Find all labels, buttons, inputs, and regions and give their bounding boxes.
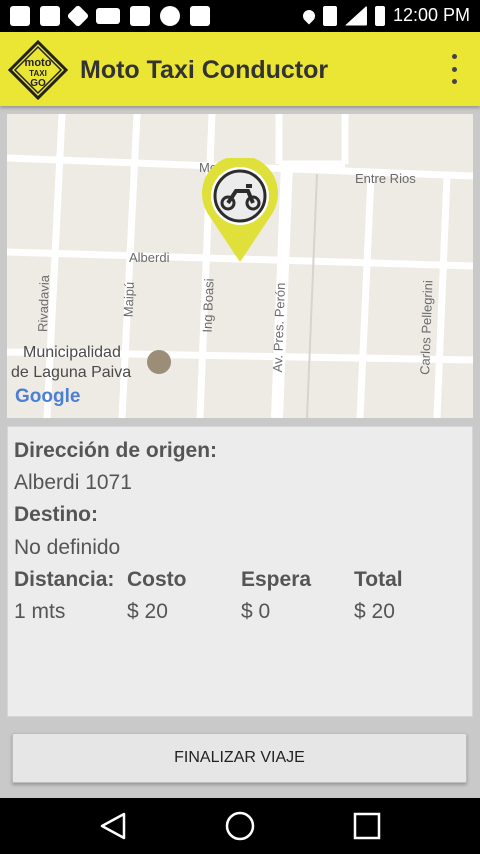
- distance-label: Distancia:: [14, 568, 115, 591]
- moto-taxi-logo: moto TAXI GO: [8, 40, 68, 100]
- total-value: $ 20: [354, 600, 395, 623]
- google-attribution: Google: [15, 386, 81, 407]
- cost-value: $ 20: [127, 600, 168, 623]
- gallery-icon: [40, 6, 60, 26]
- street-label-alberdi: Alberdi: [129, 250, 170, 265]
- overflow-menu-button[interactable]: [448, 54, 460, 84]
- logo-text-taxi: TAXI: [29, 69, 47, 78]
- clock: 12:00 PM: [392, 5, 470, 25]
- finish-trip-button[interactable]: FINALIZAR VIAJE: [12, 733, 467, 783]
- square-icon: [130, 6, 150, 26]
- battery-icon: [374, 5, 385, 26]
- place-label-line-2: de Laguna Paiva: [11, 364, 132, 381]
- motorcycle-marker-icon[interactable]: [200, 158, 280, 264]
- status-bar: 12:00 PM: [0, 0, 480, 32]
- tidal-icon: [66, 4, 90, 28]
- street-label-av-pres-peron: Av. Pres. Perón: [269, 282, 288, 373]
- dot-icon: [451, 54, 457, 59]
- wait-label: Espera: [241, 568, 312, 591]
- cost-label: Costo: [127, 568, 187, 591]
- system-icons: 12:00 PM: [300, 5, 470, 26]
- government-building-icon: [147, 350, 171, 374]
- origin-label: Dirección de origen:: [14, 439, 218, 462]
- place-label-municipalidad: Municipalidad de Laguna Paiva: [11, 343, 131, 383]
- logo-text-go: GO: [30, 78, 46, 89]
- twitter-icon: [160, 6, 180, 26]
- dot-icon: [451, 66, 457, 72]
- street-label-ing-boasi: Ing Boasi: [199, 278, 217, 333]
- back-icon[interactable]: [98, 811, 128, 841]
- destination-label: Destino:: [14, 503, 98, 526]
- origin-value: Alberdi 1071: [14, 471, 132, 494]
- street-label-rivadavia: Rivadavia: [35, 274, 53, 333]
- destination-value: No definido: [14, 536, 121, 559]
- trip-info-card: Dirección de origen: Alberdi 1071 Destin…: [7, 426, 473, 717]
- map-view[interactable]: Mo Entre Rios Alberdi Rivadavia Maipú In…: [7, 114, 473, 418]
- dot-icon: [451, 79, 457, 84]
- place-label-line-1: Municipalidad: [23, 344, 121, 361]
- distance-value: 1 mts: [14, 600, 66, 623]
- notification-icons: [10, 4, 210, 28]
- wait-value: $ 0: [241, 600, 271, 623]
- nfc-icon: [322, 5, 337, 26]
- total-label: Total: [354, 568, 403, 591]
- voicemail-icon: [190, 6, 210, 26]
- youtube-icon: [96, 8, 120, 24]
- home-icon[interactable]: [224, 810, 256, 842]
- recents-icon[interactable]: [352, 811, 382, 841]
- messenger-icon: [10, 6, 30, 26]
- logo-text-moto: moto: [25, 57, 52, 69]
- app-bar: moto TAXI GO Moto Taxi Conductor: [0, 32, 480, 106]
- app-title: Moto Taxi Conductor: [80, 56, 329, 84]
- navigation-bar: [0, 798, 480, 854]
- signal-icon: [344, 5, 367, 26]
- location-icon: [300, 7, 318, 24]
- street-label-maipu: Maipú: [120, 281, 137, 318]
- street-label-entre-rios: Entre Rios: [355, 171, 416, 186]
